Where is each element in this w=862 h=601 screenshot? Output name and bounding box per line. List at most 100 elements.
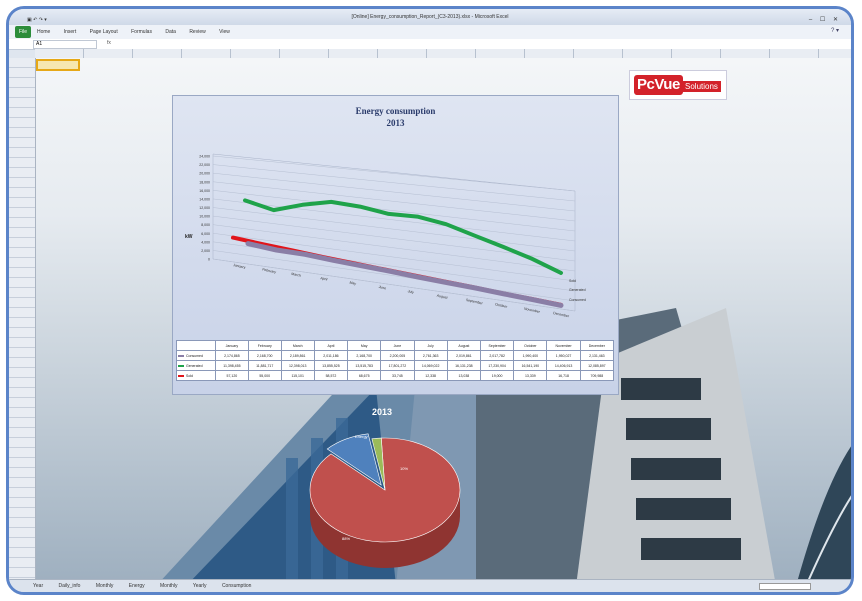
tab-data[interactable]: Data: [165, 29, 176, 35]
y-tick-label: 22,000: [199, 163, 210, 167]
sheet-tab[interactable]: Daily_info: [59, 583, 81, 589]
title-bar: ▣ ↶ ↷ ▾ [Online] Energy_consumption_Repo…: [9, 9, 851, 25]
sheet-tab[interactable]: Monthly: [96, 583, 114, 589]
x-tick-label: January: [233, 263, 246, 270]
table-series-label: Sold: [176, 370, 216, 381]
y-axis-label: kW: [185, 234, 193, 240]
table-cell: 1,990,400: [513, 350, 548, 361]
y-tick-label: 10,000: [199, 215, 210, 219]
x-tick-label: September: [466, 298, 484, 306]
table-cell: 55,000: [247, 370, 282, 381]
table-header-cell: June: [380, 340, 415, 351]
x-tick-label: July: [407, 289, 414, 294]
table-cell: 12,398,013: [280, 360, 315, 371]
table-row: Consumed 2,174,865 2,168,700 2,189,861 2,011…: [176, 350, 615, 361]
table-header-cell: September: [479, 340, 515, 351]
sheet-tab[interactable]: Year: [33, 583, 43, 589]
table-cell: 11,881,717: [247, 360, 282, 371]
energy-pie-chart[interactable]: 10% 88% Energy: [300, 400, 485, 585]
table-cell: 2,011,186: [313, 350, 349, 361]
tab-home[interactable]: Home: [37, 29, 50, 35]
sheet-tab[interactable]: Monthly: [160, 583, 178, 589]
y-tick-label: 4,000: [201, 240, 210, 244]
sheet-tab[interactable]: Yearly: [193, 583, 207, 589]
sheet-tab[interactable]: Consumption: [222, 583, 251, 589]
table-corner-cell: [176, 340, 216, 351]
table-cell: 17,801,272: [380, 360, 415, 371]
table-header-cell: May: [347, 340, 382, 351]
table-header-cell: January: [215, 340, 249, 351]
series-line-generated: [243, 198, 563, 275]
table-cell: 14,069,022: [413, 360, 448, 371]
table-row: Sold 57,120 55,000 115,101 58,572 68,675 33,74…: [176, 370, 615, 381]
x-tick-label: May: [349, 281, 357, 286]
name-box[interactable]: A1: [33, 40, 97, 49]
table-cell: 2,761,363: [413, 350, 448, 361]
table-cell: 2,168,700: [347, 350, 382, 361]
x-tick-label: October: [495, 302, 509, 309]
ribbon-tabs: File Home Insert Page Layout Formulas Da…: [9, 25, 851, 40]
zoom-slider[interactable]: [759, 583, 811, 590]
legend-key: [178, 364, 184, 367]
fx-icon[interactable]: fx: [107, 40, 111, 47]
y-tick-label: 24,000: [199, 155, 210, 159]
table-cell: 68,675: [347, 370, 382, 381]
tab-insert[interactable]: Insert: [64, 29, 77, 35]
tab-view[interactable]: View: [219, 29, 230, 35]
selected-cell[interactable]: [36, 59, 80, 71]
legend-key: [178, 374, 184, 377]
table-cell: 2,168,700: [247, 350, 282, 361]
logo-tag: Solutions: [682, 81, 721, 92]
pie-slice-label: 10%: [400, 466, 408, 471]
x-tick-label: February: [262, 267, 277, 274]
table-cell: 16,131,238: [446, 360, 482, 371]
line-chart-plot: 24,000 22,000 20,000 18,000 16,000 14,000 12,0…: [185, 153, 586, 319]
x-tick-label: December: [553, 311, 570, 318]
table-cell: 2,017,782: [479, 350, 515, 361]
y-tick-label: 20,000: [199, 172, 210, 176]
x-tick-label: June: [378, 285, 386, 291]
sheet-tab[interactable]: Energy: [129, 583, 145, 589]
tab-page-layout[interactable]: Page Layout: [90, 29, 118, 35]
y-tick-label: 0: [208, 258, 210, 262]
table-cell: 58,572: [313, 370, 349, 381]
table-cell: 2,200,005: [380, 350, 415, 361]
table-cell: 13,339: [513, 370, 548, 381]
energy-line-chart[interactable]: Energy consumption 2013 24,000 22,000 20,0…: [172, 95, 619, 395]
table-cell: 115,101: [280, 370, 315, 381]
row-headers[interactable]: [9, 58, 36, 580]
table-cell: 14,406,913: [546, 360, 581, 371]
table-series-label: Consumed: [176, 350, 216, 361]
series-depth-label: Generated: [569, 288, 586, 292]
x-tick-label: March: [291, 272, 301, 278]
legend-key: [178, 354, 184, 357]
y-tick-label: 18,000: [199, 180, 210, 184]
table-cell: 17,230,904: [479, 360, 515, 371]
x-tick-label: April: [320, 276, 328, 281]
series-name: Sold: [186, 373, 194, 378]
chart-data-table: January February March April May June July Augu…: [176, 340, 615, 381]
tab-review[interactable]: Review: [189, 29, 205, 35]
table-header-cell: December: [579, 340, 615, 351]
tab-formulas[interactable]: Formulas: [131, 29, 152, 35]
table-cell: 2,131,463: [579, 350, 615, 361]
table-cell: 12,338: [413, 370, 448, 381]
pie-slice-label: 88%: [342, 536, 350, 541]
table-cell: 57,120: [215, 370, 249, 381]
y-tick-label: 12,000: [199, 206, 210, 210]
table-header-cell: October: [513, 340, 548, 351]
table-header-row: January February March April May June July Augu…: [176, 340, 615, 351]
table-cell: 2,019,861: [446, 350, 482, 361]
pcvue-logo: PcVue Solutions: [629, 70, 727, 100]
table-cell: 1,950,027: [546, 350, 581, 361]
file-tab[interactable]: File: [15, 26, 31, 38]
y-tick-label: 2,000: [201, 249, 210, 253]
table-cell: 2,174,865: [215, 350, 249, 361]
x-tick-label: November: [524, 307, 541, 314]
table-cell: 33,745: [380, 370, 415, 381]
y-tick-label: 6,000: [201, 232, 210, 236]
help-icon[interactable]: ? ▾: [831, 27, 839, 34]
y-tick-label: 14,000: [199, 197, 210, 201]
table-cell: 2,189,861: [280, 350, 315, 361]
table-header-cell: March: [280, 340, 315, 351]
